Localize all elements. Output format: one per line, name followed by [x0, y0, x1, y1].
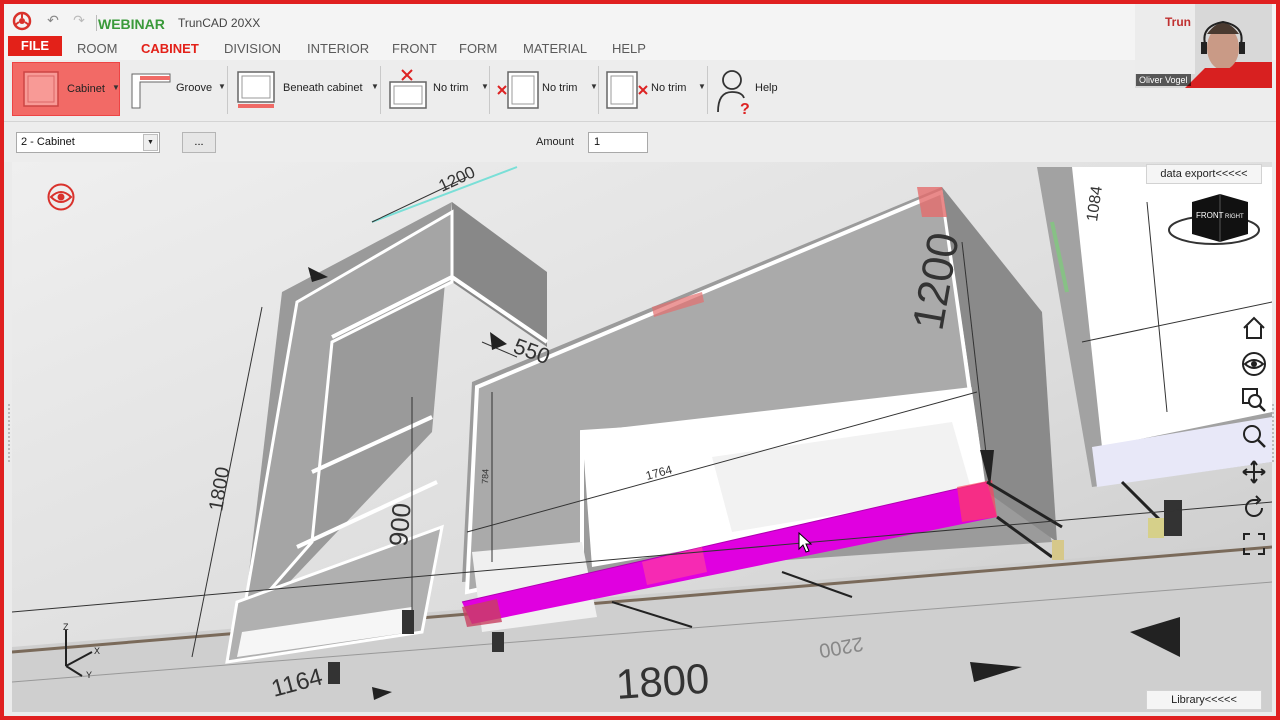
- menu-file[interactable]: FILE: [8, 36, 62, 56]
- menu-division[interactable]: DIVISION: [224, 41, 281, 56]
- ribbon-toolbar: Cabinet ▼ Groove ▼ Beneath cabinet ▼ No …: [4, 60, 1276, 122]
- ribbon-divider: [489, 66, 490, 114]
- menu-room[interactable]: ROOM: [77, 41, 117, 56]
- cabinet-select-value: 2 - Cabinet: [21, 136, 75, 148]
- ribbon-divider: [598, 66, 599, 114]
- menu-bar: ROOM CABINET DIVISION INTERIOR FRONT FOR…: [4, 38, 1276, 60]
- axis-z-label: Z: [63, 622, 69, 632]
- menu-cabinet[interactable]: CABINET: [141, 41, 199, 56]
- redo-icon[interactable]: ↷: [70, 12, 88, 30]
- navcube-front: FRONT: [1196, 211, 1224, 220]
- app-title: TrunCAD 20XX: [178, 16, 261, 30]
- axis-gizmo-icon: Z X Y: [63, 622, 100, 680]
- amount-label: Amount: [536, 136, 574, 148]
- mouse-cursor-icon: [798, 532, 813, 553]
- trim-left-icon: [497, 71, 539, 109]
- cabinet-label: Cabinet: [67, 83, 105, 95]
- dim-floor-width: 1800: [614, 655, 710, 708]
- navcube-right: RIGHT: [1225, 214, 1244, 220]
- menu-form[interactable]: FORM: [459, 41, 497, 56]
- chevron-down-icon[interactable]: ▼: [143, 134, 158, 151]
- home-icon[interactable]: [1240, 314, 1268, 342]
- nav-cube[interactable]: FRONT RIGHT: [1164, 188, 1260, 254]
- title-divider: [96, 15, 97, 31]
- menu-interior[interactable]: INTERIOR: [307, 41, 369, 56]
- trim-top-icon: [389, 69, 427, 109]
- 3d-viewport[interactable]: 1200 550 1200 1084 1800 900 1764 1164 18…: [12, 162, 1272, 712]
- cabinet-button[interactable]: Cabinet ▼: [12, 62, 120, 116]
- cabinet-select[interactable]: 2 - Cabinet ▼: [16, 132, 160, 153]
- pan-icon[interactable]: [1240, 458, 1268, 486]
- dim-mid-height: 900: [383, 502, 417, 548]
- trim-right-label: No trim: [651, 82, 687, 94]
- presenter-name: Oliver Vogel: [1136, 74, 1191, 86]
- trim-left-label: No trim: [542, 82, 578, 94]
- chevron-down-icon: ▼: [698, 82, 706, 91]
- title-bar: ↶ ↷ WEBINAR TrunCAD 20XX: [4, 4, 1276, 38]
- help-button[interactable]: ? Help: [712, 62, 792, 116]
- webcam-overlay: Trun Oliver Vogel: [1135, 4, 1272, 88]
- menu-help[interactable]: HELP: [612, 41, 646, 56]
- groove-icon: [131, 73, 171, 109]
- visibility-eye-icon[interactable]: [46, 182, 76, 212]
- library-button[interactable]: Library<<<<<: [1146, 690, 1262, 710]
- data-export-button[interactable]: data export<<<<<: [1146, 164, 1262, 184]
- ribbon-divider: [707, 66, 708, 114]
- undo-icon[interactable]: ↶: [44, 12, 62, 30]
- chevron-down-icon: ▼: [481, 82, 489, 91]
- chevron-down-icon: ▼: [218, 82, 226, 91]
- axis-y-label: Y: [86, 670, 92, 680]
- amount-field[interactable]: 1: [588, 132, 648, 153]
- ribbon-divider: [227, 66, 228, 114]
- trim-top-button[interactable]: No trim ▼: [384, 62, 489, 116]
- groove-label: Groove: [176, 82, 213, 94]
- beneath-cabinet-button[interactable]: Beneath cabinet ▼: [232, 62, 379, 116]
- chevron-down-icon: ▼: [112, 83, 120, 92]
- rotate-icon[interactable]: [1240, 494, 1268, 522]
- chevron-down-icon: ▼: [371, 82, 379, 91]
- left-panel-grip-icon[interactable]: [6, 404, 12, 464]
- app-logo: [12, 11, 32, 31]
- cabinet-icon: [23, 71, 59, 107]
- cabinet-scene: 1200 550 1200 1084 1800 900 1764 1164 18…: [12, 162, 1272, 712]
- help-label: Help: [755, 82, 778, 94]
- fullscreen-icon[interactable]: [1240, 530, 1268, 558]
- chevron-down-icon: ▼: [590, 82, 598, 91]
- view-eye-icon[interactable]: [1240, 350, 1268, 378]
- axis-x-label: X: [94, 646, 100, 656]
- webinar-label: WEBINAR: [98, 16, 165, 32]
- trim-right-button[interactable]: No trim ▼: [603, 62, 707, 116]
- right-panel-grip-icon[interactable]: [1270, 404, 1276, 464]
- zoom-icon[interactable]: [1240, 422, 1268, 450]
- property-row: 2 - Cabinet ▼ ... Amount 1: [4, 122, 1276, 162]
- zoom-window-icon[interactable]: [1240, 386, 1268, 414]
- trim-top-label: No trim: [433, 82, 469, 94]
- more-options-button[interactable]: ...: [182, 132, 216, 153]
- groove-button[interactable]: Groove ▼: [126, 62, 226, 116]
- trim-right-icon: [606, 71, 648, 109]
- ribbon-divider: [380, 66, 381, 114]
- beneath-cabinet-label: Beneath cabinet: [283, 82, 363, 94]
- app-window: ↶ ↷ WEBINAR TrunCAD 20XX ROOM CABINET DI…: [4, 4, 1276, 716]
- webcam-logo: Trun: [1165, 15, 1191, 29]
- beneath-cabinet-icon: [237, 71, 275, 108]
- menu-material[interactable]: MATERIAL: [523, 41, 587, 56]
- help-person-icon: ?: [717, 70, 750, 116]
- dim-small-height: 784: [480, 469, 491, 484]
- trim-left-button[interactable]: No trim ▼: [494, 62, 598, 116]
- svg-text:?: ?: [740, 101, 750, 116]
- menu-front[interactable]: FRONT: [392, 41, 437, 56]
